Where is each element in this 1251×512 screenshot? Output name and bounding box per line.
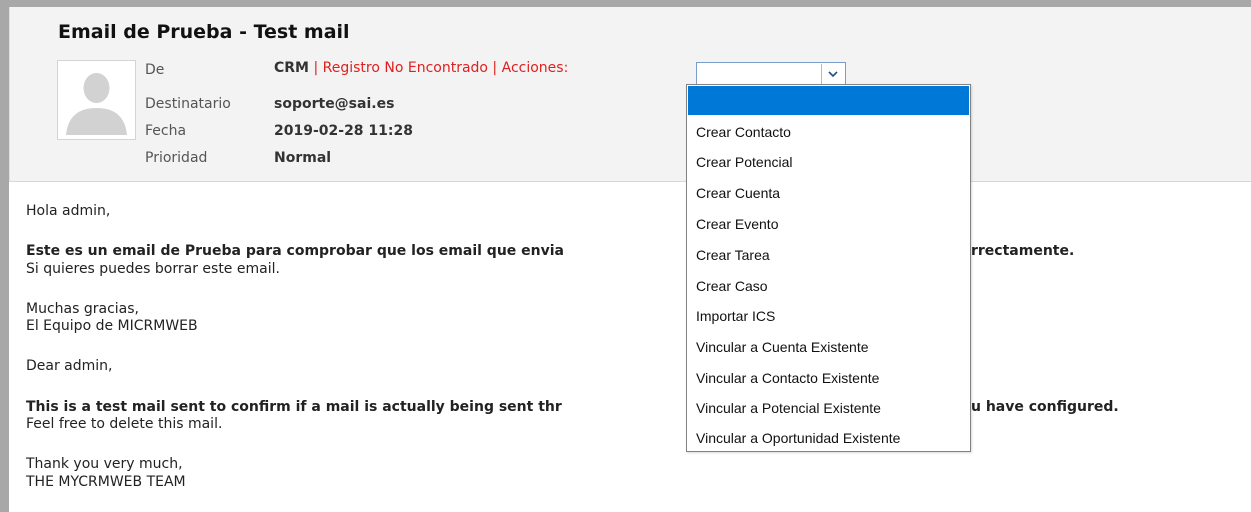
thanks-es: Muchas gracias, [26,301,139,317]
from-separator: | [309,60,323,76]
dropdown-option-vincular-oportunidad[interactable]: Vincular a Oportunidad Existente [696,430,900,446]
priority-value: Normal [274,150,332,166]
thanks-en: Thank you very much, [26,456,183,472]
label-date: Fecha [145,123,187,139]
from-name[interactable]: CRM [274,60,309,76]
greeting-es: Hola admin, [26,203,111,219]
dropdown-option-crear-contacto[interactable]: Crear Contacto [696,124,791,140]
sender-avatar [57,60,136,140]
from-line: CRM | Registro No Encontrado | Acciones: [274,60,568,76]
dropdown-option-crear-evento[interactable]: Crear Evento [696,216,778,232]
dropdown-option-importar-ics[interactable]: Importar ICS [696,308,775,324]
window-frame-top [0,0,1251,7]
recipient-value: soporte@sai.es [274,96,395,112]
label-to: Destinatario [145,96,231,112]
label-from: De [145,62,165,78]
delete-note-en: Feel free to delete this mail. [26,416,223,432]
window-frame-left [0,0,9,512]
greeting-en: Dear admin, [26,358,113,374]
from-separator: | [487,60,502,76]
user-silhouette-icon [58,61,135,139]
actions-label: Acciones: [501,60,569,76]
main-message-en-tail: u have configured. [971,399,1119,415]
team-signature-en: THE MYCRMWEB TEAM [26,474,186,490]
dropdown-option-vincular-contacto[interactable]: Vincular a Contacto Existente [696,370,879,386]
email-subject: Email de Prueba - Test mail [58,21,350,43]
dropdown-option-crear-tarea[interactable]: Crear Tarea [696,247,770,263]
main-message-es-tail: rrectamente. [971,243,1075,259]
email-header: Email de Prueba - Test mail De CRM | Reg… [9,7,1251,182]
main-message-es: Este es un email de Prueba para comproba… [26,243,564,259]
dropdown-option-crear-caso[interactable]: Crear Caso [696,278,768,294]
main-message-en: This is a test mail sent to confirm if a… [26,399,562,415]
team-signature-es: El Equipo de MICRMWEB [26,318,198,334]
record-not-found-text: Registro No Encontrado [322,60,488,76]
delete-note-es: Si quieres puedes borrar este email. [26,261,280,277]
dropdown-option-empty-highlighted[interactable] [688,86,969,115]
dropdown-option-vincular-cuenta[interactable]: Vincular a Cuenta Existente [696,339,869,355]
dropdown-option-vincular-potencial[interactable]: Vincular a Potencial Existente [696,400,881,416]
date-value: 2019-02-28 11:28 [274,123,413,139]
actions-select[interactable] [696,62,846,86]
chevron-down-icon[interactable] [821,64,844,84]
dropdown-option-crear-potencial[interactable]: Crear Potencial [696,154,793,170]
label-priority: Prioridad [145,150,208,166]
dropdown-option-crear-cuenta[interactable]: Crear Cuenta [696,185,780,201]
actions-dropdown-list[interactable]: Crear Contacto Crear Potencial Crear Cue… [686,84,971,452]
